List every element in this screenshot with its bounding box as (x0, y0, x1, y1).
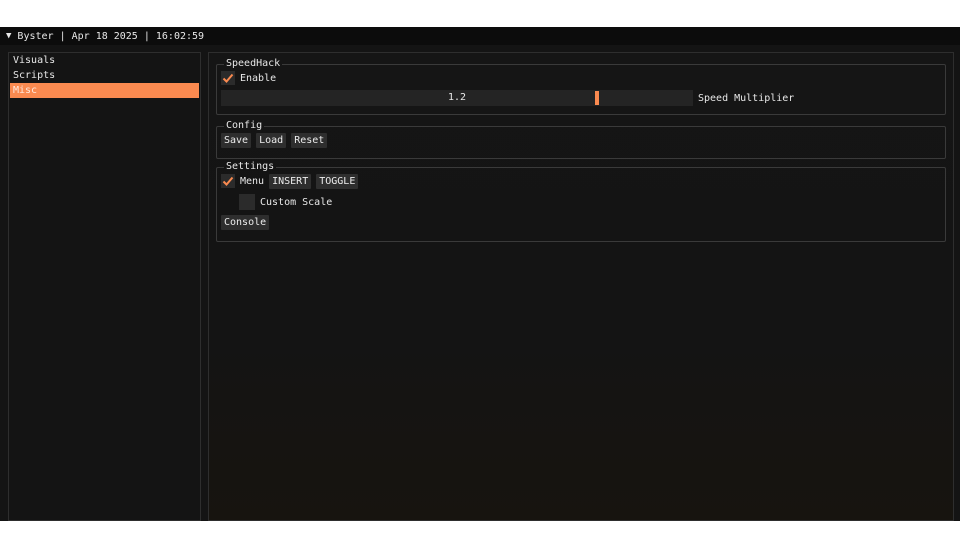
custom-scale-label: Custom Scale (260, 196, 333, 208)
speed-multiplier-slider[interactable]: 1.2 (221, 90, 693, 106)
speedhack-group: SpeedHack Enable 1.2 Speed Multiplier (216, 59, 946, 115)
settings-group: Settings Menu INSERT TOGGLE Custom Scale… (216, 162, 946, 242)
insert-keybind-button[interactable]: INSERT (269, 173, 312, 189)
menu-checkbox[interactable] (221, 174, 235, 188)
settings-group-title: Settings (226, 161, 275, 172)
window-title: Byster | Apr 18 2025 | 16:02:59 (17, 30, 205, 42)
triangle-down-icon[interactable]: ▼ (6, 31, 11, 41)
checkmark-icon (222, 176, 234, 186)
sidebar: Visuals Scripts Misc (8, 52, 201, 521)
speedhack-group-title: SpeedHack (226, 58, 281, 69)
enable-label: Enable (240, 72, 277, 84)
checkmark-icon (222, 73, 234, 83)
load-button[interactable]: Load (256, 132, 287, 148)
config-group-title: Config (226, 120, 263, 131)
config-group: Config Save Load Reset (216, 121, 946, 159)
sidebar-item-misc[interactable]: Misc (10, 83, 199, 98)
title-bar[interactable]: ▼ Byster | Apr 18 2025 | 16:02:59 (0, 27, 960, 45)
main-panel: SpeedHack Enable 1.2 Speed Multiplier Co… (208, 52, 954, 521)
toggle-mode-button[interactable]: TOGGLE (316, 173, 359, 189)
custom-scale-checkbox[interactable] (239, 194, 255, 210)
save-button[interactable]: Save (221, 132, 252, 148)
enable-checkbox[interactable] (221, 71, 235, 85)
speed-multiplier-value: 1.2 (447, 92, 467, 103)
sidebar-item-visuals[interactable]: Visuals (10, 53, 199, 68)
app-window: ▼ Byster | Apr 18 2025 | 16:02:59 Visual… (0, 27, 960, 521)
reset-button[interactable]: Reset (291, 132, 328, 148)
menu-label: Menu (240, 175, 265, 187)
console-button[interactable]: Console (221, 214, 270, 230)
speed-multiplier-label: Speed Multiplier (698, 92, 795, 104)
sidebar-item-scripts[interactable]: Scripts (10, 68, 199, 83)
slider-grab-handle[interactable] (595, 91, 599, 105)
